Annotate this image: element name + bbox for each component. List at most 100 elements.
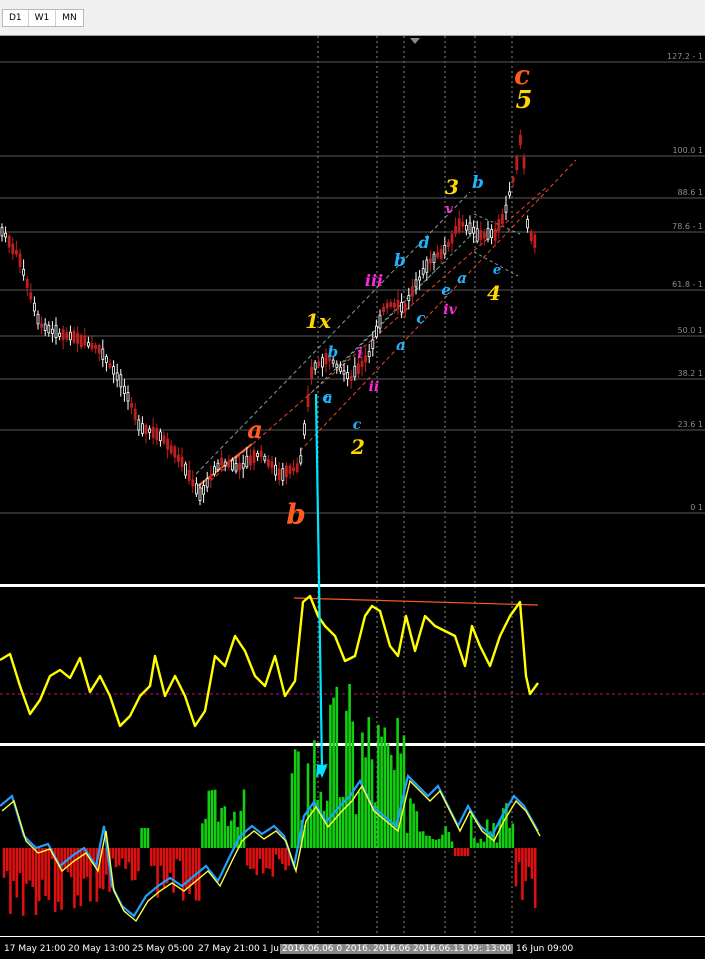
hist-bar-up xyxy=(479,838,483,848)
candle xyxy=(227,454,231,471)
candle xyxy=(371,331,375,357)
hist-bar-up xyxy=(143,828,147,848)
hist-bar-up xyxy=(434,839,438,848)
wave-label: i xyxy=(357,344,363,362)
hist-bar-up xyxy=(495,842,499,848)
candle xyxy=(486,220,490,243)
candle xyxy=(245,446,249,469)
candle xyxy=(76,325,79,353)
candle xyxy=(515,154,519,175)
candle xyxy=(101,339,105,368)
hist-bar-down xyxy=(130,848,134,881)
hist-bar-down xyxy=(156,848,159,898)
fib-label: 78.6 - 1 xyxy=(672,222,703,231)
time-label: 27 May 21:00 xyxy=(198,944,260,954)
candle xyxy=(295,457,299,474)
hist-bar-down xyxy=(245,848,249,866)
hist-bar-up xyxy=(204,818,207,848)
hist-bar-down xyxy=(453,848,457,856)
candle xyxy=(270,456,274,474)
candle xyxy=(529,229,533,245)
candle xyxy=(443,237,447,259)
candle xyxy=(479,221,483,246)
candle xyxy=(162,431,166,446)
fib-label: 38.2 1 xyxy=(678,369,703,378)
candle xyxy=(7,233,11,254)
hist-bar-down xyxy=(111,848,115,859)
candle xyxy=(533,231,537,254)
hist-bar-down xyxy=(524,848,527,882)
candle xyxy=(115,363,119,388)
hist-bar-down xyxy=(521,848,524,901)
tab-mn[interactable]: MN xyxy=(56,10,83,26)
tab-w1[interactable]: W1 xyxy=(29,10,57,26)
candle xyxy=(450,230,454,253)
hist-bar-up xyxy=(428,835,431,848)
hist-bar-down xyxy=(159,848,163,866)
hist-bar-up xyxy=(380,736,383,848)
candle xyxy=(335,360,339,374)
wave-label: a xyxy=(247,415,263,444)
candle xyxy=(169,440,173,456)
hist-bar-up xyxy=(140,828,143,848)
candle xyxy=(187,460,191,485)
hist-bar-down xyxy=(252,848,255,869)
price-chart[interactable]: 127.2 - 1100.0 188.6 178.6 - 161.8 - 150… xyxy=(0,36,705,936)
pane-separator-1[interactable] xyxy=(0,584,705,587)
tab-d1[interactable]: D1 xyxy=(3,10,29,26)
hist-bar-up xyxy=(364,757,367,848)
hist-bar-up xyxy=(383,727,387,848)
candle xyxy=(43,318,47,336)
candle xyxy=(454,217,458,238)
candle xyxy=(166,432,170,459)
hist-bar-up xyxy=(233,811,236,848)
candle xyxy=(54,317,58,345)
candle xyxy=(421,260,425,279)
candle xyxy=(464,219,468,236)
candle xyxy=(151,417,155,445)
hist-bar-down xyxy=(466,848,470,856)
hist-bar-down xyxy=(514,848,518,887)
hist-bar-up xyxy=(332,697,335,848)
hist-bar-up xyxy=(450,841,454,848)
wave-labels: c53 bvdbiii ae 4c ive1xb i acaiic2ab xyxy=(247,61,532,531)
candle xyxy=(87,336,90,349)
wave-label: ii xyxy=(369,379,380,395)
hist-bar-up xyxy=(431,839,435,848)
candle xyxy=(457,210,461,235)
hist-bar-down xyxy=(44,848,47,897)
hist-bar-down xyxy=(271,848,275,877)
time-label-highlight: 13:00 xyxy=(483,944,513,954)
wave-label: a xyxy=(396,336,406,354)
hist-bar-down xyxy=(149,848,153,867)
candle xyxy=(58,328,61,341)
fib-label: 100.0 1 xyxy=(672,146,703,155)
scroll-marker-icon[interactable] xyxy=(410,38,420,44)
hist-bar-up xyxy=(348,684,351,848)
hist-bar-up xyxy=(508,827,511,848)
candle xyxy=(432,251,436,271)
candle xyxy=(22,259,26,281)
timeframe-tabs: D1 W1 MN xyxy=(2,9,84,27)
hist-bar-down xyxy=(258,848,262,859)
fib-label: 23.6 1 xyxy=(678,420,703,429)
fib-label: 0 1 xyxy=(690,503,703,512)
hist-bar-down xyxy=(76,848,79,896)
hist-bar-up xyxy=(306,763,310,848)
candle xyxy=(500,208,504,227)
candle xyxy=(439,244,443,264)
candle xyxy=(198,483,202,506)
wave-label: e xyxy=(493,263,501,278)
hist-bar-up xyxy=(441,834,444,848)
hist-bar-up xyxy=(389,754,393,848)
candle xyxy=(508,182,512,199)
candle xyxy=(90,335,94,352)
candle xyxy=(277,462,281,486)
hist-bar-up xyxy=(210,790,214,848)
oscillator-line xyxy=(0,594,539,728)
wave-label: b xyxy=(472,173,484,193)
hist-bar-down xyxy=(181,848,185,901)
hist-bar-down xyxy=(133,848,137,880)
candle xyxy=(428,250,432,272)
hist-bar-up xyxy=(313,740,316,848)
